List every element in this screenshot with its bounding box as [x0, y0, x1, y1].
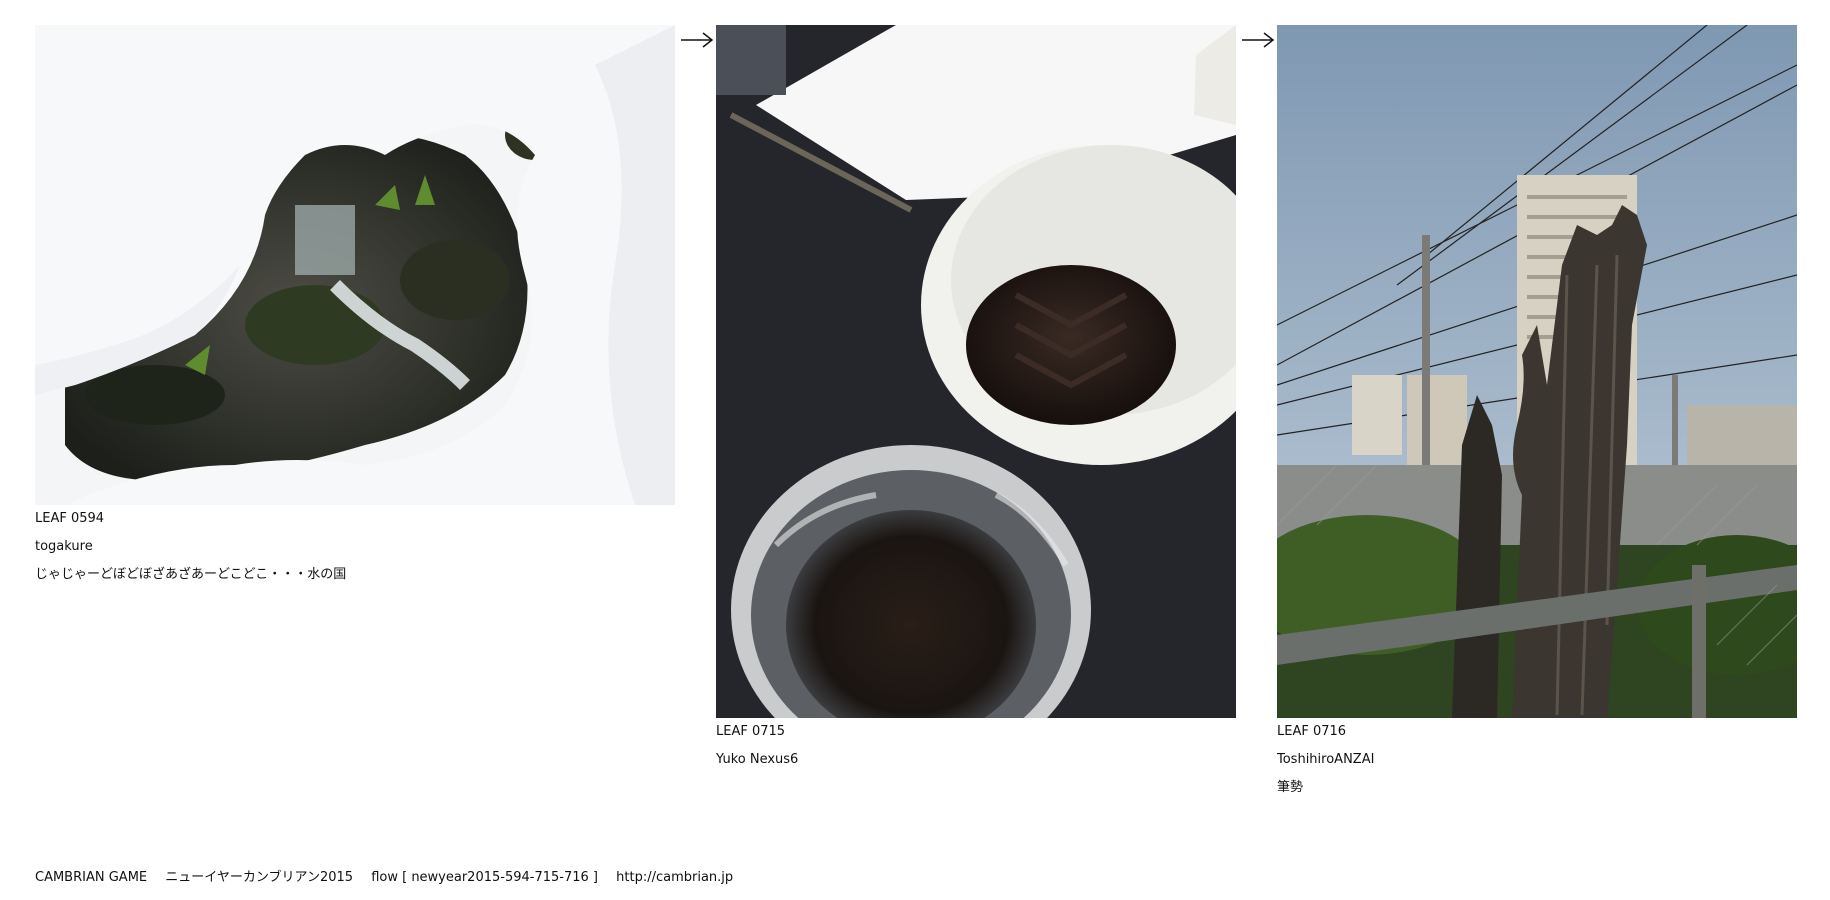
footer-event-title: ニューイヤーカンブリアン2015 — [165, 870, 354, 885]
footer-url-link[interactable]: http://cambrian.jp — [616, 870, 733, 885]
footer-game-title[interactable]: CAMBRIAN GAME — [35, 870, 147, 885]
leaf-card-0716: LEAF 0716 ToshihiroANZAI 筆勢 — [1277, 25, 1797, 802]
leaf-card-0594: LEAF 0594 togakure じゃじゃーどぼどぼざあざあーどこどこ・・・… — [35, 25, 675, 589]
arrow-right-icon — [1241, 30, 1275, 50]
leaf-number[interactable]: LEAF 0594 — [35, 505, 675, 533]
stump-fence-image — [1277, 25, 1797, 718]
leaf-photo-snow-stream[interactable] — [35, 25, 675, 505]
leaf-author[interactable]: Yuko Nexus6 — [716, 746, 1236, 774]
leaf-number[interactable]: LEAF 0715 — [716, 718, 1236, 746]
footer-flow-id: flow [ newyear2015-594-715-716 ] — [371, 870, 598, 885]
leaf-photo-ink-bowls[interactable] — [716, 25, 1236, 718]
leaf-photo-stump-fence[interactable] — [1277, 25, 1797, 718]
ink-bowls-image — [716, 25, 1236, 718]
leaf-author[interactable]: togakure — [35, 533, 675, 561]
snow-stream-image — [35, 25, 675, 505]
leaf-comment: 筆勢 — [1277, 780, 1304, 795]
leaf-number[interactable]: LEAF 0716 — [1277, 718, 1797, 746]
leaf-author[interactable]: ToshihiroANZAI — [1277, 746, 1797, 774]
arrow-right-icon — [680, 30, 714, 50]
leaf-comment: じゃじゃーどぼどぼざあざあーどこどこ・・・水の国 — [35, 567, 347, 582]
footer: CAMBRIAN GAME ニューイヤーカンブリアン2015 flow [ ne… — [35, 866, 747, 885]
leaf-card-0715: LEAF 0715 Yuko Nexus6 — [716, 25, 1236, 774]
